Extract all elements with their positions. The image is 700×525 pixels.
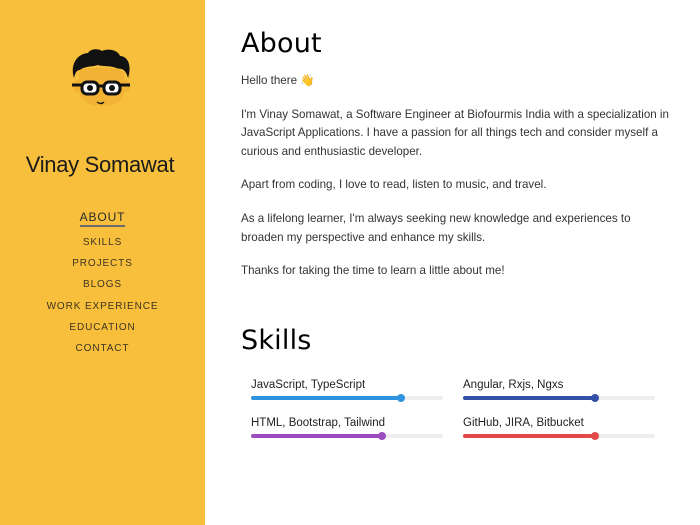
skill-progress-knob bbox=[377, 432, 386, 440]
skill-item: Angular, Rxjs, Ngxs bbox=[463, 379, 655, 402]
about-paragraph: Apart from coding, I love to read, liste… bbox=[241, 178, 547, 192]
skill-progress-fill bbox=[251, 434, 382, 438]
about-text: Hello there 👋 I'm Vinay Somawat, a Softwa… bbox=[241, 72, 671, 296]
nav-item-label: CONTACT bbox=[75, 342, 130, 354]
skill-progress-track bbox=[463, 394, 655, 402]
sidebar: Vinay Somawat ABOUT SKILLS PROJECTS BLOGS WO… bbox=[0, 0, 205, 525]
developer-avatar-icon bbox=[68, 48, 134, 114]
nav-item-about[interactable]: ABOUT bbox=[0, 208, 205, 232]
nav-item-label: ABOUT bbox=[79, 210, 126, 227]
nav-item-skills[interactable]: SKILLS bbox=[0, 232, 205, 253]
nav-item-label: WORK EXPERIENCE bbox=[46, 300, 159, 312]
skill-progress-knob bbox=[591, 394, 600, 402]
nav-item-blogs[interactable]: BLOGS bbox=[0, 274, 205, 295]
profile-name: Vinay Somawat bbox=[25, 152, 175, 177]
skill-label: HTML, Bootstrap, Tailwind bbox=[251, 417, 386, 429]
nav-item-label: SKILLS bbox=[82, 237, 123, 248]
skill-label: GitHub, JIRA, Bitbucket bbox=[463, 417, 584, 429]
nav-item-contact[interactable]: CONTACT bbox=[0, 338, 205, 359]
about-paragraph: Hello there 👋 bbox=[241, 74, 315, 87]
about-heading: About bbox=[241, 28, 322, 59]
about-paragraph: I'm Vinay Somawat, a Software Engineer a… bbox=[241, 107, 669, 158]
skill-progress-fill bbox=[463, 434, 596, 438]
skill-label: Angular, Rxjs, Ngxs bbox=[463, 379, 564, 391]
nav-item-label: EDUCATION bbox=[69, 321, 136, 333]
skill-progress-knob bbox=[396, 394, 405, 402]
skill-item: HTML, Bootstrap, Tailwind bbox=[251, 417, 443, 440]
skill-item: JavaScript, TypeScript bbox=[251, 379, 443, 402]
skills-heading: Skills bbox=[241, 325, 312, 356]
skill-label: JavaScript, TypeScript bbox=[251, 379, 366, 391]
skill-progress-track bbox=[463, 432, 655, 440]
nav-item-education[interactable]: EDUCATION bbox=[0, 317, 205, 338]
nav-item-label: PROJECTS bbox=[72, 258, 133, 270]
skill-item: GitHub, JIRA, Bitbucket bbox=[463, 417, 655, 440]
skill-progress-knob bbox=[591, 432, 600, 440]
skill-progress-track bbox=[251, 432, 443, 440]
skill-progress-fill bbox=[251, 396, 401, 400]
nav-item-projects[interactable]: PROJECTS bbox=[0, 253, 205, 274]
nav-item-label: BLOGS bbox=[83, 279, 122, 291]
about-paragraph: As a lifelong learner, I'm always seekin… bbox=[241, 211, 631, 244]
sidebar-nav: ABOUT SKILLS PROJECTS BLOGS WORK EXPERIENCE E… bbox=[0, 208, 205, 359]
about-paragraph: Thanks for taking the time to learn a li… bbox=[241, 264, 505, 278]
skill-progress-fill bbox=[463, 396, 596, 400]
skill-progress-track bbox=[251, 394, 443, 402]
nav-item-work-experience[interactable]: WORK EXPERIENCE bbox=[0, 296, 205, 317]
